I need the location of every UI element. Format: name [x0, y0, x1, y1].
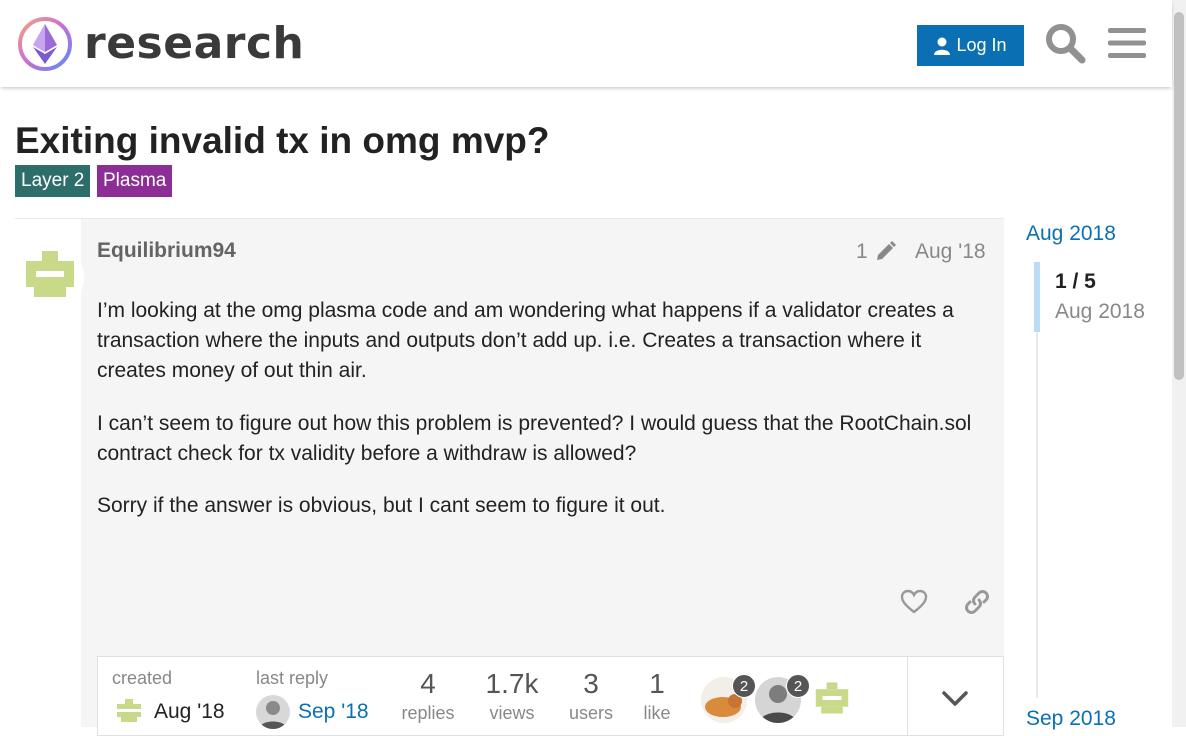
likes-count: 1	[649, 668, 665, 699]
replies-label: replies	[401, 703, 455, 723]
search-icon[interactable]	[1044, 22, 1086, 64]
created-label: created	[112, 668, 173, 688]
post-count-badge: 2	[786, 674, 810, 698]
topic-title[interactable]: Exiting invalid tx in omg mvp?	[15, 120, 550, 162]
likes-label: like	[643, 703, 671, 723]
avatar[interactable]	[256, 695, 290, 729]
avatar[interactable]	[16, 243, 84, 311]
tag-plasma[interactable]: Plasma	[97, 165, 173, 197]
post-paragraph: I can’t seem to figure out how this prob…	[97, 412, 972, 465]
post-date[interactable]: Aug '18	[915, 240, 986, 264]
hamburger-menu-icon[interactable]	[1106, 22, 1148, 64]
avatar[interactable]	[809, 677, 855, 723]
post-count-badge: 2	[732, 674, 756, 698]
post-paragraph: I’m looking at the omg plasma code and a…	[97, 299, 954, 382]
timeline-position-date: Aug 2018	[1055, 300, 1145, 323]
ethereum-logo-icon	[18, 17, 72, 71]
heart-icon[interactable]	[900, 588, 928, 616]
last-reply-label: last reply	[256, 668, 329, 688]
topic-map-separator	[907, 656, 908, 736]
timeline-start[interactable]: Aug 2018	[1026, 222, 1116, 246]
login-label: Log In	[956, 35, 1007, 55]
site-header: research Log In	[0, 0, 1172, 87]
last-reply-date[interactable]: Sep '18	[298, 700, 369, 724]
post-author[interactable]: Equilibrium94	[97, 239, 236, 263]
scrollbar-thumb[interactable]	[1174, 12, 1184, 380]
avatar[interactable]	[112, 695, 146, 729]
created-date[interactable]: Aug '18	[154, 700, 225, 724]
views-count: 1.7k	[485, 668, 539, 699]
timeline-position: 1 / 5	[1055, 270, 1096, 293]
tag-layer-2[interactable]: Layer 2	[15, 165, 91, 197]
site-logo[interactable]: research	[16, 15, 304, 73]
views-label: views	[489, 703, 535, 723]
post-paragraph: Sorry if the answer is obvious, but I ca…	[97, 494, 666, 517]
pencil-icon	[876, 241, 896, 260]
timeline-handle[interactable]	[1034, 262, 1040, 332]
page-scrollbar[interactable]	[1172, 0, 1186, 727]
timeline-end[interactable]: Sep 2018	[1026, 707, 1116, 731]
login-button[interactable]: Log In	[917, 25, 1024, 66]
replies-count: 4	[420, 668, 436, 699]
site-name: research	[84, 18, 305, 69]
link-icon[interactable]	[963, 588, 991, 616]
edit-count: 1	[856, 240, 868, 263]
chevron-down-icon[interactable]	[941, 684, 969, 712]
user-icon	[934, 37, 951, 55]
edit-history[interactable]: 1	[856, 240, 898, 264]
